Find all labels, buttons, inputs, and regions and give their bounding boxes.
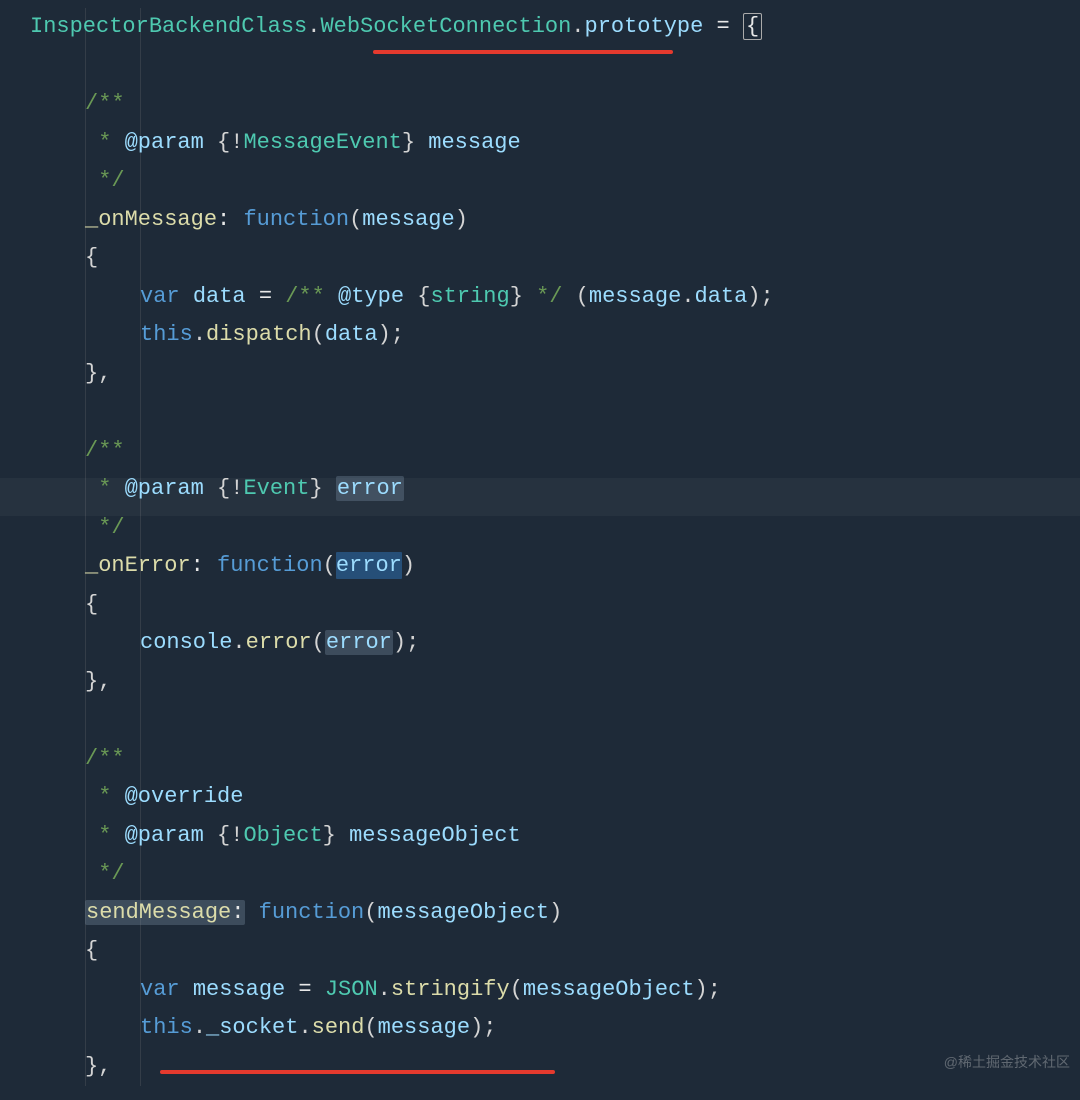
- method-name: sendMessage: [86, 900, 231, 925]
- code-line[interactable]: },: [30, 355, 1080, 394]
- identifier: InspectorBackendClass: [30, 14, 307, 39]
- code-line[interactable]: InspectorBackendClass.WebSocketConnectio…: [30, 8, 1080, 47]
- highlighted-word: error: [325, 630, 393, 655]
- code-line[interactable]: */: [30, 162, 1080, 201]
- code-line[interactable]: {: [30, 239, 1080, 278]
- code-line[interactable]: */: [30, 509, 1080, 548]
- code-line[interactable]: _onMessage: function(message): [30, 201, 1080, 240]
- code-line[interactable]: _onError: function(error): [30, 547, 1080, 586]
- code-line[interactable]: var message = JSON.stringify(messageObje…: [30, 971, 1080, 1010]
- code-line[interactable]: this.dispatch(data);: [30, 316, 1080, 355]
- highlighted-word: error: [336, 476, 404, 501]
- selected-word: error: [336, 552, 402, 579]
- code-line[interactable]: {: [30, 586, 1080, 625]
- code-line[interactable]: console.error(error);: [30, 624, 1080, 663]
- code-line[interactable]: * @param {!Object} messageObject: [30, 817, 1080, 856]
- code-line[interactable]: * @param {!Event} error: [30, 470, 1080, 509]
- code-editor[interactable]: InspectorBackendClass.WebSocketConnectio…: [0, 8, 1080, 1086]
- code-line[interactable]: },: [30, 663, 1080, 702]
- identifier: WebSocketConnection: [320, 14, 571, 39]
- code-line[interactable]: [30, 701, 1080, 740]
- code-line[interactable]: /**: [30, 740, 1080, 779]
- code-line[interactable]: * @override: [30, 778, 1080, 817]
- cursor-icon: {: [743, 13, 762, 40]
- code-line[interactable]: var data = /** @type {string} */ (messag…: [30, 278, 1080, 317]
- highlighted-word: sendMessage:: [85, 900, 245, 925]
- code-line[interactable]: {: [30, 932, 1080, 971]
- code-line[interactable]: */: [30, 855, 1080, 894]
- code-line[interactable]: * @param {!MessageEvent} message: [30, 124, 1080, 163]
- code-line[interactable]: sendMessage: function(messageObject): [30, 894, 1080, 933]
- code-line[interactable]: /**: [30, 85, 1080, 124]
- code-line[interactable]: this._socket.send(message);: [30, 1009, 1080, 1048]
- code-line[interactable]: [30, 47, 1080, 86]
- method-name: _onMessage: [85, 207, 217, 232]
- code-line[interactable]: },: [30, 1048, 1080, 1087]
- method-name: _onError: [85, 553, 191, 578]
- watermark: @稀土掘金技术社区: [944, 1050, 1070, 1075]
- code-line[interactable]: [30, 393, 1080, 432]
- code-line[interactable]: /**: [30, 432, 1080, 471]
